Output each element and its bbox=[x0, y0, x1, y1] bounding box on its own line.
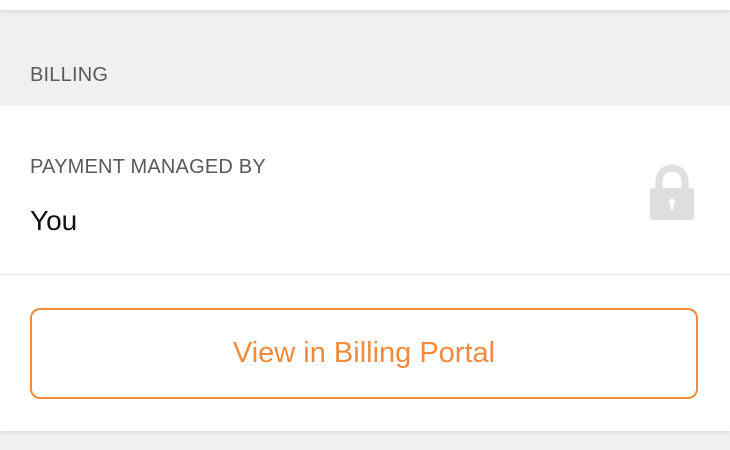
view-billing-portal-button[interactable]: View in Billing Portal bbox=[30, 308, 698, 399]
payment-managed-row: PAYMENT MANAGED BY You bbox=[0, 106, 730, 275]
top-card-edge bbox=[0, 0, 730, 10]
section-header-billing: BILLING bbox=[30, 64, 109, 86]
lock-icon bbox=[648, 164, 696, 220]
billing-card: PAYMENT MANAGED BY You View in Billing P… bbox=[0, 106, 730, 431]
payment-managed-value: You bbox=[30, 205, 78, 236]
payment-managed-label: PAYMENT MANAGED BY bbox=[30, 156, 266, 178]
